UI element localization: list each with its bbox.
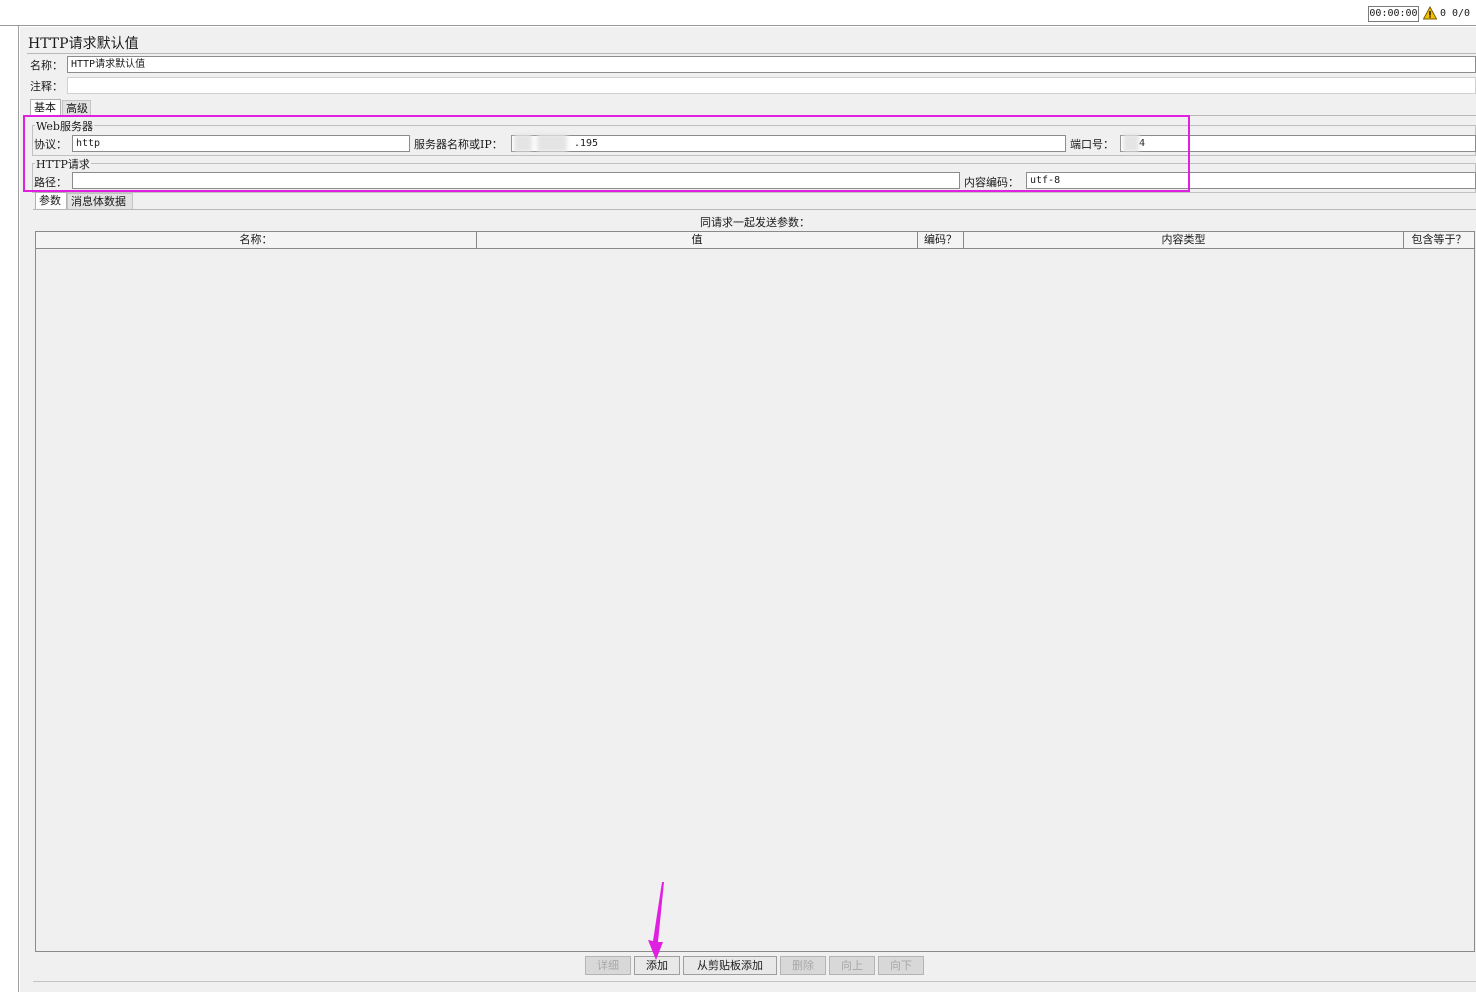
detail-button[interactable]: 详细 xyxy=(585,956,631,975)
column-header-encode[interactable]: 编码？ xyxy=(918,232,964,248)
bottom-divider xyxy=(33,981,1476,982)
name-input[interactable]: HTTP请求默认值 xyxy=(67,56,1476,73)
column-header-content-type[interactable]: 内容类型 xyxy=(964,232,1404,248)
parameters-table-header: 名称： 值 编码？ 内容类型 包含等于？ xyxy=(35,231,1475,249)
subtab-divider xyxy=(33,209,1476,210)
parameters-table[interactable] xyxy=(35,231,1475,952)
name-label: 名称： xyxy=(30,59,63,72)
comment-label: 注释： xyxy=(30,80,63,93)
tab-body-data[interactable]: 消息体数据 xyxy=(67,193,133,210)
comment-input[interactable] xyxy=(67,77,1476,94)
warning-count: 0 xyxy=(1440,8,1447,19)
test-plan-tree-edge xyxy=(0,26,19,992)
thread-count: 0/0 xyxy=(1452,8,1471,19)
move-down-button[interactable]: 向下 xyxy=(878,956,924,975)
column-header-include-equals[interactable]: 包含等于？ xyxy=(1404,232,1474,248)
status-bar xyxy=(0,0,1476,26)
arrow-annotation-icon xyxy=(648,882,664,960)
tab-basic[interactable]: 基本 xyxy=(30,99,61,116)
column-header-name[interactable]: 名称： xyxy=(36,232,477,248)
parameters-caption: 同请求一起发送参数： xyxy=(700,216,810,229)
elapsed-timer: 00:00:00 xyxy=(1368,6,1419,22)
title-divider xyxy=(27,53,1476,54)
warning-icon[interactable] xyxy=(1423,6,1437,20)
add-from-clipboard-button[interactable]: 从剪贴板添加 xyxy=(683,956,777,975)
move-up-button[interactable]: 向上 xyxy=(829,956,875,975)
column-header-value[interactable]: 值 xyxy=(477,232,918,248)
panel-title: HTTP请求默认值 xyxy=(28,36,139,52)
tab-parameters[interactable]: 参数 xyxy=(35,192,67,209)
delete-button[interactable]: 删除 xyxy=(780,956,826,975)
highlight-box xyxy=(23,115,1190,192)
